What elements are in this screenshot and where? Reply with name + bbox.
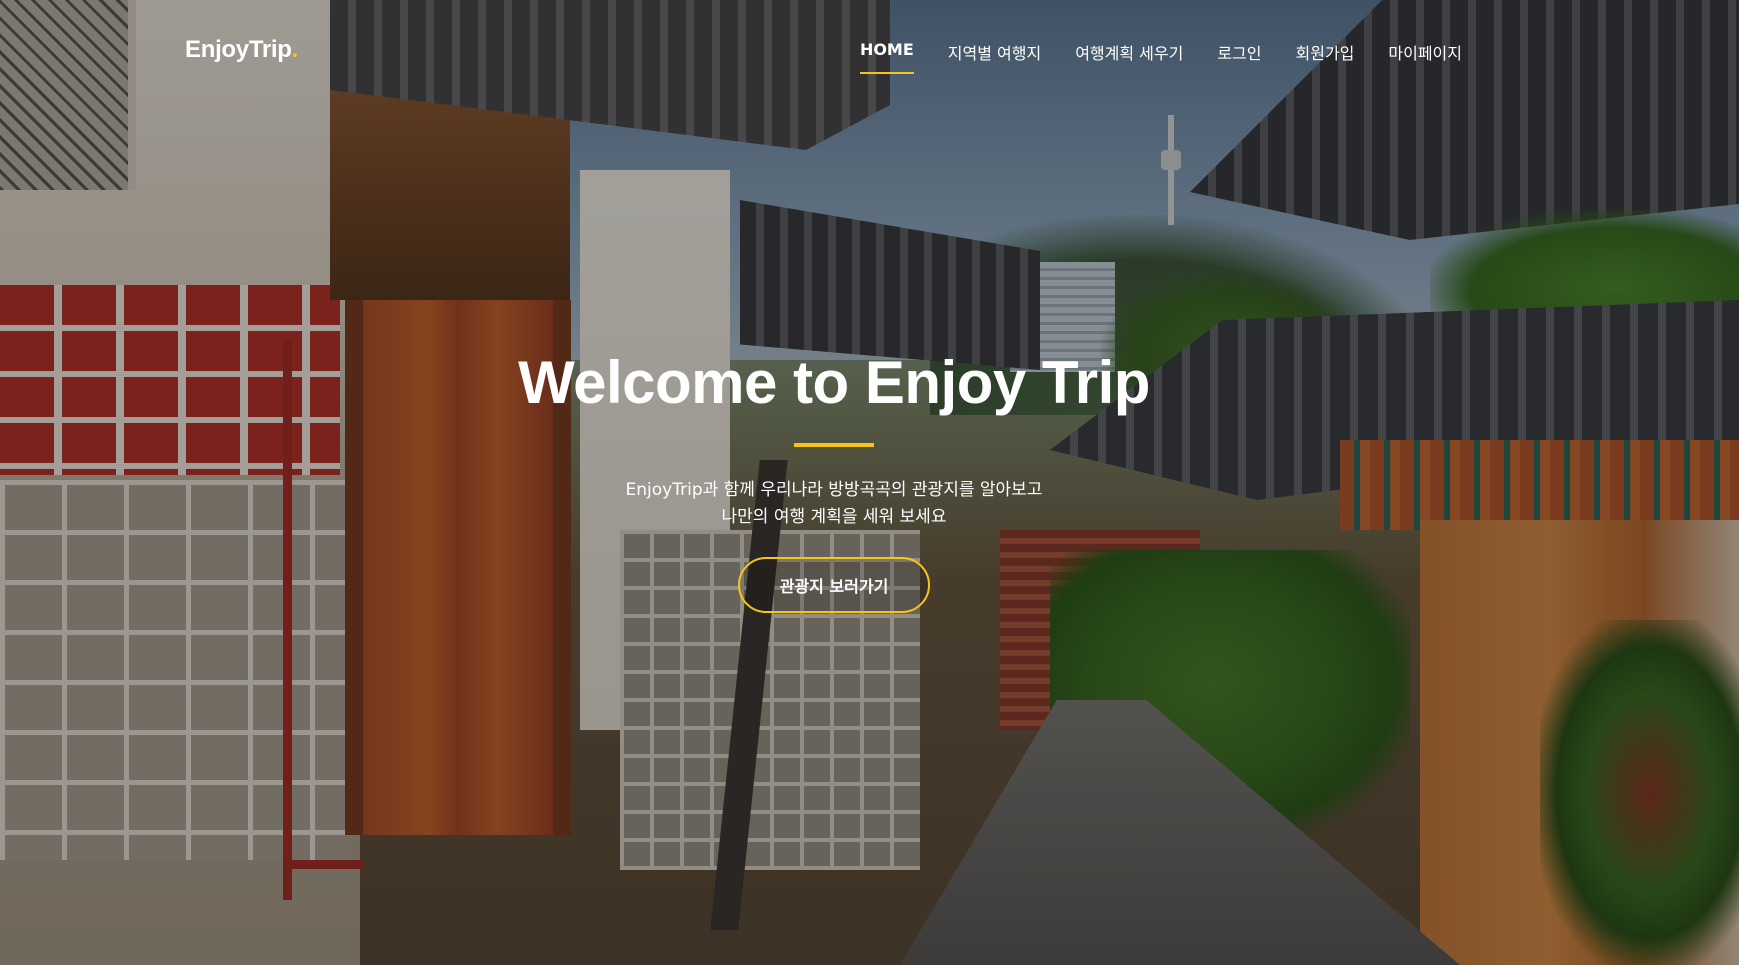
nav-item-regional-destinations[interactable]: 지역별 여행지 — [931, 38, 1058, 74]
site-header: EnjoyTrip. HOME 지역별 여행지 여행계획 세우기 로그인 회원가… — [0, 0, 1739, 100]
hero-subtitle-line-2: 나만의 여행 계획을 세워 보세요 — [721, 507, 947, 527]
site-logo[interactable]: EnjoyTrip. — [185, 36, 298, 64]
hero-content: Welcome to Enjoy Trip EnjoyTrip과 함께 우리나라… — [0, 345, 1668, 613]
nav-item-mypage[interactable]: 마이페이지 — [1371, 38, 1479, 74]
view-attractions-button[interactable]: 관광지 보러가기 — [737, 557, 931, 613]
hero-section: EnjoyTrip. HOME 지역별 여행지 여행계획 세우기 로그인 회원가… — [0, 0, 1739, 965]
logo-text: EnjoyTrip — [185, 36, 292, 63]
nav-item-signup[interactable]: 회원가입 — [1279, 38, 1372, 74]
hero-subtitle-line-1: EnjoyTrip과 함께 우리나라 방방곡곡의 관광지를 알아보고 — [625, 480, 1043, 500]
main-nav: HOME 지역별 여행지 여행계획 세우기 로그인 회원가입 마이페이지 — [843, 38, 1479, 74]
hero-title: Welcome to Enjoy Trip — [518, 349, 1150, 416]
title-divider — [794, 443, 874, 447]
logo-dot: . — [291, 36, 299, 63]
nav-item-login[interactable]: 로그인 — [1200, 38, 1278, 74]
nav-item-trip-planning[interactable]: 여행계획 세우기 — [1058, 38, 1200, 74]
nav-item-home[interactable]: HOME — [843, 38, 931, 74]
